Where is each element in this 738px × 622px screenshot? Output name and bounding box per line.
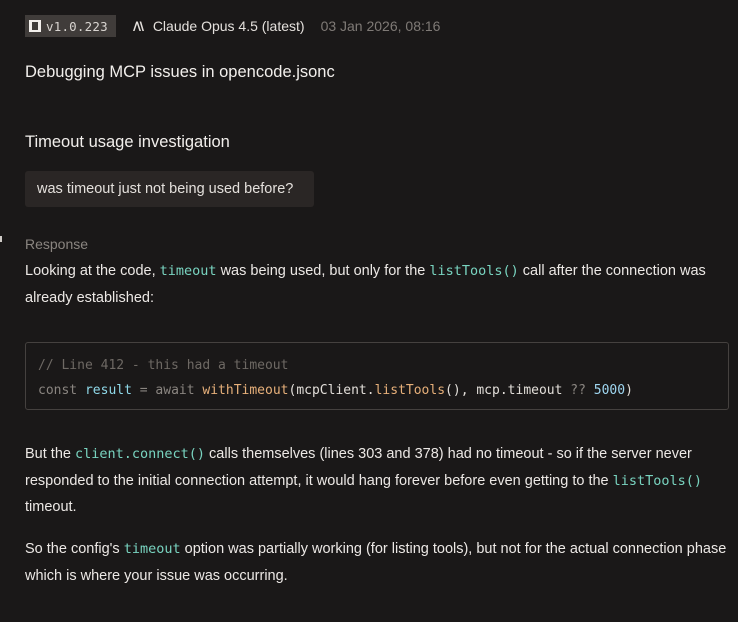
response-paragraph-1: Looking at the code, timeout was being u… bbox=[25, 258, 731, 311]
code-number: 5000 bbox=[593, 383, 626, 398]
inline-code: timeout bbox=[159, 263, 217, 279]
version-badge: v1.0.223 bbox=[25, 15, 116, 37]
code-object: mcpClient bbox=[296, 383, 367, 398]
user-message-text: was timeout just not being used before? bbox=[37, 181, 294, 197]
response-label: Response bbox=[25, 236, 89, 252]
version-label: v1.0.223 bbox=[46, 18, 108, 34]
code-punct: ) bbox=[625, 383, 633, 398]
code-comment: // Line 412 - this had a timeout bbox=[38, 358, 289, 373]
response-paragraph-2: But the client.connect() calls themselve… bbox=[25, 441, 731, 521]
inline-code: listTools() bbox=[612, 472, 703, 489]
code-function: withTimeout bbox=[202, 383, 289, 398]
code-operator: = bbox=[139, 383, 148, 398]
section-title: Timeout usage investigation bbox=[25, 133, 230, 151]
inline-code: listTools() bbox=[429, 263, 519, 279]
text-run: But the bbox=[25, 446, 75, 462]
code-punct: . bbox=[366, 383, 375, 398]
code-args: (), mcp.timeout bbox=[445, 383, 571, 398]
code-operator: ?? bbox=[570, 383, 586, 398]
scroll-edge-marker bbox=[0, 236, 2, 242]
session-title: Debugging MCP issues in opencode.jsonc bbox=[25, 63, 335, 81]
code-keyword: await bbox=[155, 383, 195, 398]
code-line-1: // Line 412 - this had a timeout bbox=[38, 353, 716, 378]
response-paragraph-3: So the config's timeout option was parti… bbox=[25, 536, 731, 589]
model-name: Claude Opus 4.5 (latest) bbox=[152, 18, 305, 34]
inline-code: client.connect() bbox=[74, 446, 206, 462]
user-message-bubble: was timeout just not being used before? bbox=[25, 171, 314, 207]
text-run: Looking at the code, bbox=[25, 263, 160, 279]
message-timestamp: 03 Jan 2026, 08:16 bbox=[320, 18, 441, 34]
text-run: was being used, but only for the bbox=[216, 263, 430, 279]
text-run: timeout. bbox=[25, 499, 77, 515]
opencode-logo-icon bbox=[29, 20, 41, 32]
code-variable: result bbox=[84, 383, 132, 398]
code-function: listTools bbox=[374, 383, 446, 398]
code-keyword: const bbox=[38, 383, 78, 398]
code-block: // Line 412 - this had a timeout const re… bbox=[25, 342, 729, 410]
anthropic-icon bbox=[132, 21, 144, 31]
inline-code: timeout bbox=[123, 541, 181, 557]
text-run: So the config's bbox=[25, 541, 124, 557]
code-line-2: const result = await withTimeout(mcpClie… bbox=[38, 378, 716, 403]
message-meta-row: v1.0.223 Claude Opus 4.5 (latest) 03 Jan… bbox=[25, 15, 440, 37]
